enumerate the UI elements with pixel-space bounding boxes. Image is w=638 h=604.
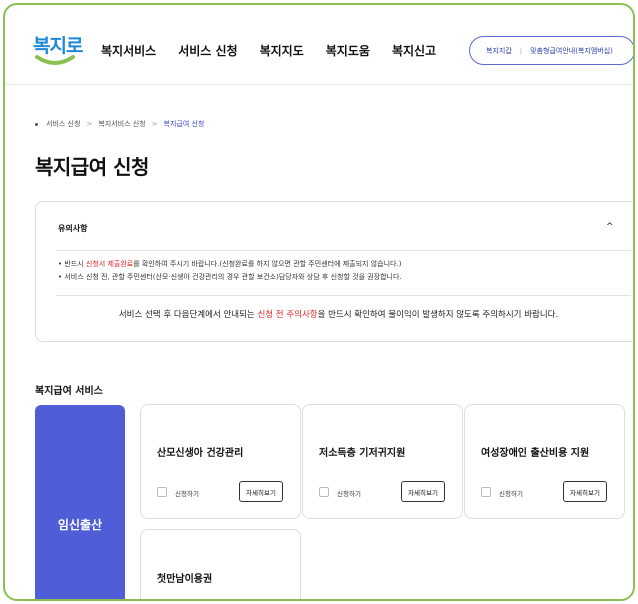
nav-item-service-apply[interactable]: 서비스 신청 [178, 42, 237, 59]
nav-item-welfare-help[interactable]: 복지도움 [326, 42, 370, 59]
apply-label[interactable]: 신청하기 [337, 488, 361, 498]
apply-checkbox[interactable] [481, 487, 491, 497]
header: 복지로 복지서비스 서비스 신청 복지지도 복지도움 복지신고 복지지갑 | 맞… [5, 5, 633, 85]
nav-item-welfare-report[interactable]: 복지신고 [392, 42, 436, 59]
breadcrumb-item[interactable]: 복지서비스 신청 [98, 119, 145, 129]
breadcrumb-separator: > [86, 120, 93, 128]
nav-item-welfare-service[interactable]: 복지서비스 [101, 42, 156, 59]
page-title: 복지급여 신청 [35, 155, 149, 179]
service-card-title: 첫만남이용권 [157, 574, 213, 585]
util-separator: | [519, 46, 523, 55]
service-card: 여성장애인 출산비용 지원 신청하기 자세히보기 [464, 404, 625, 519]
breadcrumb-current: 복지급여 신청 [163, 120, 205, 128]
service-card: 첫만남이용권 [140, 529, 301, 599]
notice-line-1-prefix: • 반드시 [58, 260, 86, 268]
apply-checkbox[interactable] [319, 487, 329, 497]
util-links: 복지지갑 | 맞춤형급여안내(복지멤버십) [469, 36, 633, 65]
apply-label[interactable]: 신청하기 [499, 488, 523, 498]
detail-button[interactable]: 자세히보기 [563, 481, 607, 502]
category-tab-pregnancy[interactable]: 임신출산 [35, 405, 125, 599]
main-nav: 복지서비스 서비스 신청 복지지도 복지도움 복지신고 [101, 42, 458, 59]
page-frame: 복지로 복지서비스 서비스 신청 복지지도 복지도움 복지신고 복지지갑 | 맞… [3, 3, 635, 601]
service-card-title: 여성장애인 출산비용 지원 [481, 448, 590, 459]
logo-text: 복지로 [33, 35, 83, 57]
welfare-wallet-link[interactable]: 복지지갑 [486, 46, 512, 56]
divider [56, 250, 631, 251]
notice-bottom-highlight: 신청 전 주의사항 [257, 310, 318, 320]
category-label: 임신출산 [57, 518, 103, 532]
notice-line-1-highlight: 신청서 제출완료 [85, 260, 134, 268]
custom-benefit-link[interactable]: 맞춤형급여안내(복지멤버십) [530, 46, 613, 56]
service-card-title: 산모신생아 건강관리 [157, 448, 244, 459]
notice-line-1: • 반드시 신청서 제출완료를 확인하여 주시기 바랍니다.(신청완료를 하지 … [58, 259, 401, 269]
site-logo[interactable]: 복지로 [33, 31, 93, 77]
notice-bottom-prefix: 서비스 선택 후 다음단계에서 안내되는 [118, 310, 258, 320]
detail-button[interactable]: 자세히보기 [401, 481, 445, 502]
notice-box: 유의사항 ^ • 반드시 신청서 제출완료를 확인하여 주시기 바랍니다.(신청… [35, 201, 633, 342]
nav-item-welfare-map[interactable]: 복지지도 [260, 42, 304, 59]
detail-button[interactable]: 자세히보기 [239, 481, 283, 502]
breadcrumb: 서비스 신청 > 복지서비스 신청 > 복지급여 신청 [35, 119, 204, 129]
service-card: 산모신생아 건강관리 신청하기 자세히보기 [140, 404, 301, 519]
apply-label[interactable]: 신청하기 [175, 488, 199, 498]
divider [56, 295, 631, 296]
section-title: 복지급여 서비스 [35, 386, 103, 397]
notice-line-2: • 서비스 신청 전, 관할 주민센터(산모·신생아 건강관리의 경우 관할 보… [58, 273, 402, 281]
service-card-title: 저소득층 기저귀지원 [319, 448, 406, 459]
service-card: 저소득층 기저귀지원 신청하기 자세히보기 [302, 404, 463, 519]
logo-smile-icon [35, 55, 75, 65]
notice-bottom-text: 서비스 선택 후 다음단계에서 안내되는 신청 전 주의사항을 반드시 확인하여… [36, 308, 633, 320]
notice-line-1-suffix: 를 확인하여 주시기 바랍니다.(신청완료를 하지 않으면 관할 주민센터에 제… [133, 260, 402, 268]
notice-title: 유의사항 [58, 224, 88, 233]
collapse-chevron-icon[interactable]: ^ [606, 222, 614, 232]
breadcrumb-item[interactable]: 서비스 신청 [46, 119, 80, 129]
notice-bottom-suffix: 을 반드시 확인하여 불이익이 발생하지 않도록 주의하시기 바랍니다. [317, 310, 559, 320]
apply-checkbox[interactable] [157, 487, 167, 497]
breadcrumb-home-dot [35, 122, 38, 126]
breadcrumb-separator: > [151, 120, 158, 128]
